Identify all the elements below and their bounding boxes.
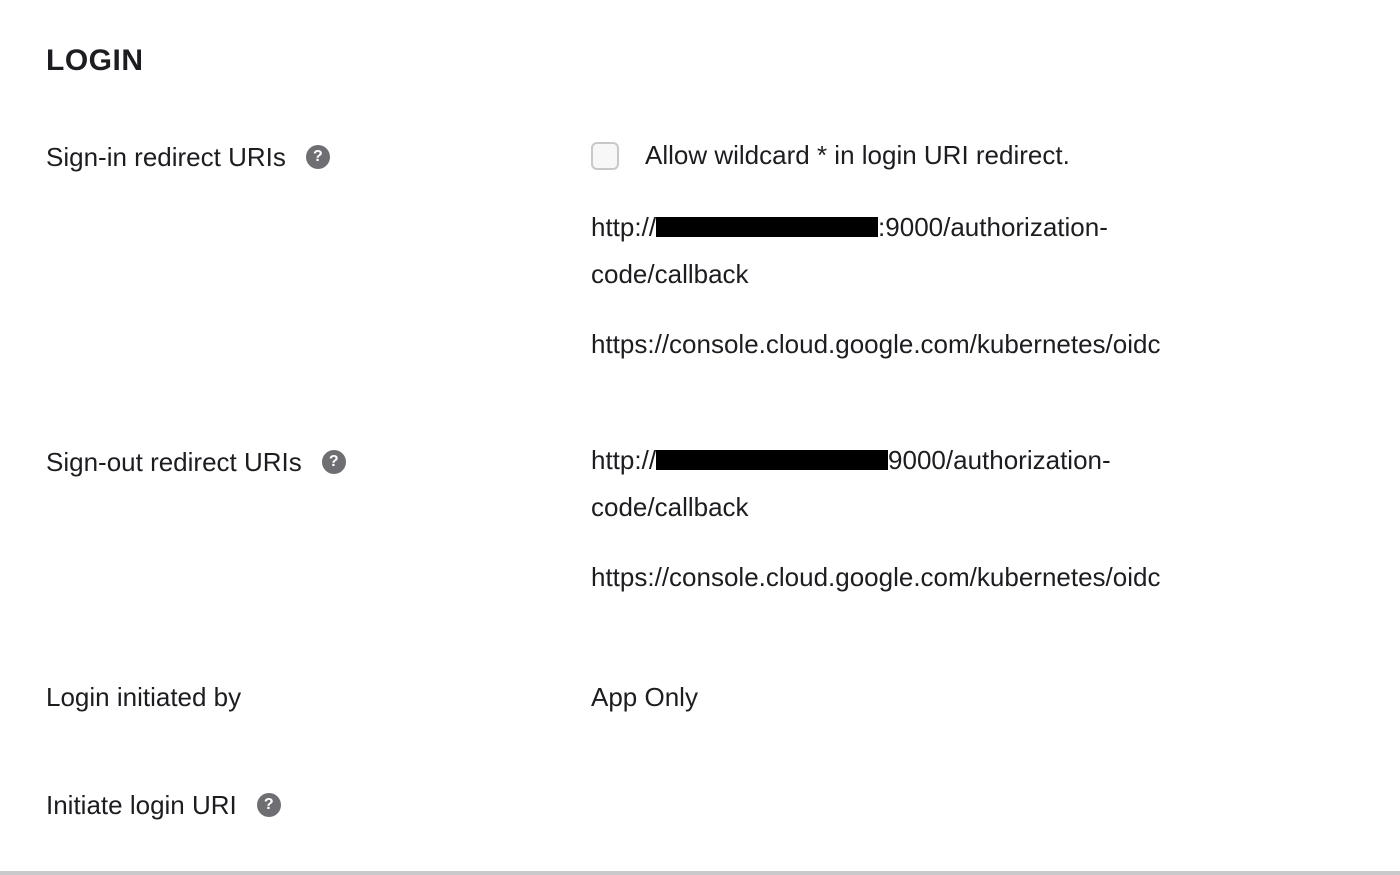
question-circle-icon[interactable]: ? — [305, 145, 330, 169]
redaction-bar — [656, 217, 879, 238]
wildcard-checkbox-label[interactable]: Allow wildcard * in login URI redirect. — [645, 140, 1070, 171]
signout-uri-1-prefix: http:// — [591, 445, 657, 475]
wildcard-option[interactable]: Allow wildcard * in login URI redirect. — [591, 140, 1070, 171]
section-title: LOGIN — [46, 44, 144, 77]
redaction-bar — [656, 450, 889, 471]
signout-uri-1-suffix: 9000/authorization- — [888, 445, 1111, 475]
login-initiated-by-row-label: Login initiated by — [46, 681, 241, 713]
login-initiated-by-label: Login initiated by — [46, 682, 242, 712]
signin-redirect-uris-row-label: Sign-in redirect URIs ? — [46, 141, 330, 173]
question-circle-icon[interactable]: ? — [321, 450, 346, 474]
bottom-divider — [0, 871, 1400, 875]
signin-uri-1-suffix: :9000/authorization- — [878, 212, 1108, 242]
signin-uri-1-prefix: http:// — [591, 212, 657, 242]
login-initiated-by-value: App Only — [591, 682, 698, 712]
initiate-login-uri-row-label: Initiate login URI ? — [46, 789, 281, 821]
signout-redirect-uris-row-label: Sign-out redirect URIs ? — [46, 446, 346, 478]
signin-uri-1: http:// :9000/authorization- — [591, 204, 1311, 251]
signout-redirect-uri-list: http:// 9000/authorization- code/callback… — [591, 437, 1311, 601]
login-settings-panel: LOGIN Sign-in redirect URIs ? Allow wild… — [0, 0, 1400, 875]
wildcard-checkbox[interactable] — [591, 141, 619, 170]
question-circle-icon[interactable]: ? — [256, 793, 281, 817]
signout-uri-1: http:// 9000/authorization- — [591, 437, 1311, 484]
signout-uri-1-continued: code/callback — [591, 492, 749, 522]
signin-uri-2: https://console.cloud.google.com/kuberne… — [591, 329, 1161, 359]
signin-redirect-uri-list: http:// :9000/authorization- code/callbac… — [591, 204, 1311, 368]
signout-redirect-uris-label: Sign-out redirect URIs — [46, 447, 302, 477]
signout-uri-2: https://console.cloud.google.com/kuberne… — [591, 562, 1161, 592]
signin-redirect-uris-label: Sign-in redirect URIs — [46, 142, 286, 172]
initiate-login-uri-label: Initiate login URI — [46, 790, 237, 820]
signin-uri-1-continued: code/callback — [591, 259, 749, 289]
